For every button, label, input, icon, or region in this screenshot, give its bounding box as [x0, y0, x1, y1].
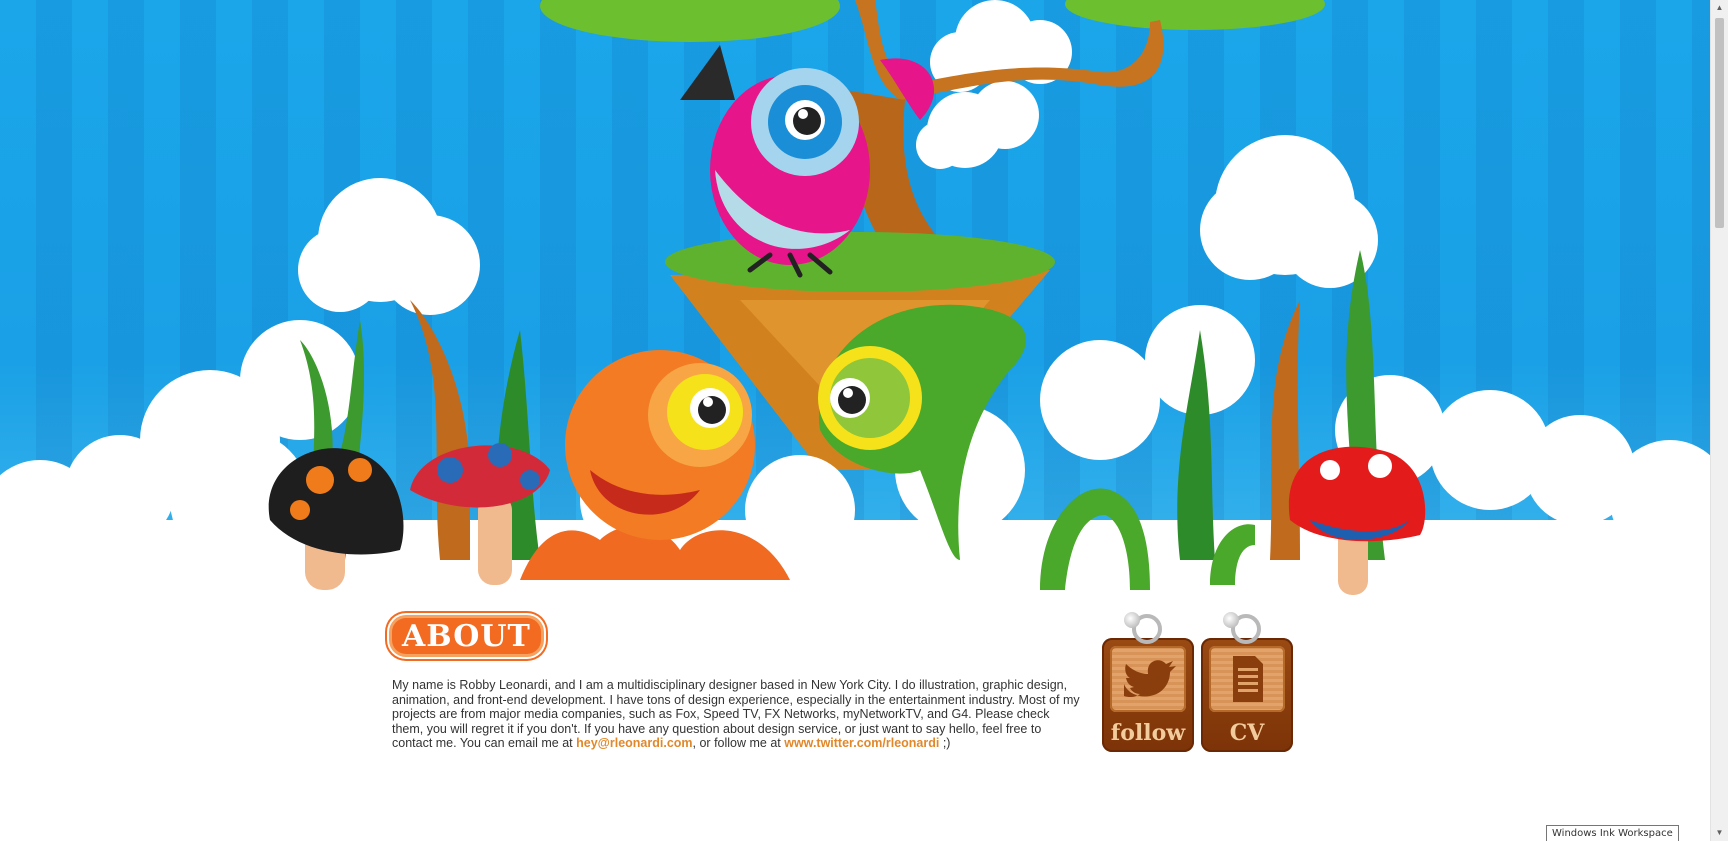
scroll-up-arrow-icon[interactable]: ▲: [1714, 2, 1725, 14]
cloud-mid: [916, 81, 1039, 169]
island-grass: [665, 232, 1055, 292]
about-heading: ABOUT: [392, 618, 541, 654]
scroll-thumb[interactable]: [1715, 18, 1724, 228]
twitter-bird-icon: [1124, 660, 1176, 698]
about-paragraph: My name is Robby Leonardi, and I am a mu…: [392, 678, 1080, 751]
hero-illustration: [0, 0, 1710, 600]
document-icon: [1233, 656, 1263, 702]
scroll-down-arrow-icon[interactable]: ▼: [1714, 827, 1725, 839]
cv-plate: CV: [1201, 638, 1293, 752]
follow-pin: [1124, 612, 1140, 628]
follow-plate: follow: [1102, 638, 1194, 752]
windows-ink-tooltip: Windows Ink Workspace: [1546, 825, 1679, 841]
cloud-left: [298, 178, 480, 315]
cloud-right: [1200, 135, 1378, 288]
follow-icon-panel: [1110, 646, 1186, 712]
canopy-right: [1065, 0, 1325, 30]
cv-icon-panel: [1209, 646, 1285, 712]
page: ABOUT My name is Robby Leonardi, and I a…: [0, 0, 1710, 841]
twitter-link[interactable]: www.twitter.com/rleonardi: [784, 736, 939, 750]
cv-pin: [1223, 612, 1239, 628]
cv-button[interactable]: CV: [1201, 612, 1293, 752]
vertical-scrollbar[interactable]: ▲ ▼: [1710, 0, 1728, 841]
follow-button[interactable]: follow: [1102, 612, 1194, 752]
about-middle-text: , or follow me at: [692, 736, 785, 750]
orange-octopus: [520, 350, 790, 580]
canopy-left: [540, 0, 840, 42]
follow-label: follow: [1110, 720, 1186, 746]
email-link[interactable]: hey@rleonardi.com: [576, 736, 692, 750]
about-end-text: ;): [939, 736, 951, 750]
cv-label: CV: [1229, 720, 1265, 746]
